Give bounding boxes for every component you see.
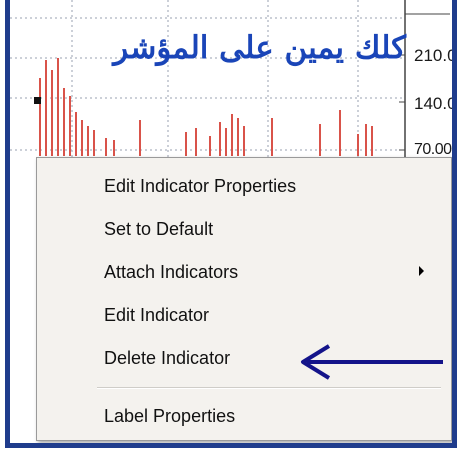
menu-item-edit-indicator-properties[interactable]: Edit Indicator Properties xyxy=(38,166,442,206)
pointer-arrow-icon xyxy=(301,344,443,380)
screenshot-frame: 210.00 140.00 70.000 كلك يمين على المؤشر… xyxy=(5,0,457,448)
price-label-140: 140.00 xyxy=(414,94,457,113)
arabic-instruction-text: كلك يمين على المؤشر xyxy=(113,30,406,66)
menu-item-attach-indicators[interactable]: Attach Indicators xyxy=(38,252,442,292)
selection-handle xyxy=(34,97,41,104)
indicator-bars xyxy=(39,58,373,156)
menu-item-edit-indicator[interactable]: Edit Indicator xyxy=(38,295,442,335)
menu-item-label: Attach Indicators xyxy=(104,262,239,282)
submenu-arrow-icon xyxy=(419,266,424,276)
price-label-210: 210.00 xyxy=(414,46,457,65)
menu-item-label-properties[interactable]: Label Properties xyxy=(38,396,442,436)
menu-separator xyxy=(97,387,441,389)
menu-item-set-to-default[interactable]: Set to Default xyxy=(38,209,442,249)
context-menu: Edit Indicator Properties Set to Default… xyxy=(36,157,452,441)
